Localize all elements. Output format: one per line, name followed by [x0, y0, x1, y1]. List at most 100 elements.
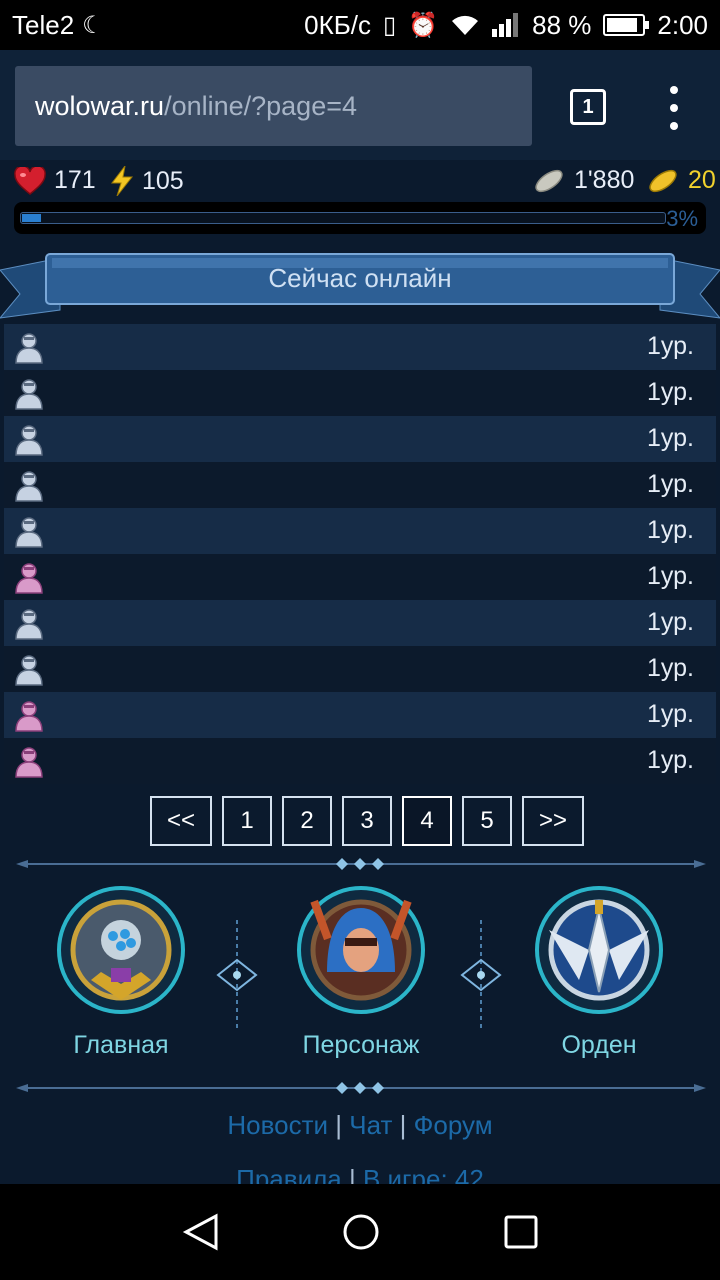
experience-bar: 3% [14, 202, 706, 234]
rules-link[interactable]: Правила [236, 1164, 342, 1184]
player-row[interactable]: 1ур. [4, 738, 716, 784]
footer-separator: | [348, 1164, 356, 1184]
network-speed: 0КБ/с [304, 9, 372, 40]
tabs-button[interactable]: 1 [570, 89, 606, 125]
footer-separator: | [399, 1110, 407, 1140]
nav-order[interactable]: Орден [524, 880, 674, 1060]
nav-separator-ornament [216, 920, 258, 1030]
home-medal-icon [57, 886, 185, 1014]
player-row[interactable]: 1ур. [4, 324, 716, 370]
female-avatar-icon [15, 563, 43, 594]
online-players-list: 1ур. 1ур. 1ур. 1ур. 1ур. 1ур. 1ур. 1ур. 1ур. 1ур. [4, 324, 716, 784]
player-row[interactable]: 1ур. [4, 370, 716, 416]
health-stat[interactable]: 171 [14, 166, 96, 195]
player-level: 1ур. [647, 608, 694, 636]
female-avatar-icon [15, 747, 43, 778]
experience-percent: 3% [666, 206, 698, 231]
footer-links-2: Правила | В игре: 42 [0, 1164, 720, 1184]
moon-icon: ☾ [82, 11, 104, 39]
main-navigation: Главная Персонаж Орден [0, 880, 720, 1060]
footer-separator: | [335, 1110, 343, 1140]
silver-value: 1'880 [574, 166, 635, 194]
footer-links: Новости | Чат | Форум [0, 1110, 720, 1141]
menu-dot [670, 122, 678, 130]
player-level: 1ур. [647, 700, 694, 728]
url-path: /online/?page=4 [164, 90, 357, 121]
page-4-button-current[interactable]: 4 [402, 796, 452, 846]
energy-stat[interactable]: 105 [110, 166, 184, 196]
male-avatar-icon [15, 333, 43, 364]
battery-percent: 88 % [532, 9, 592, 40]
page-last-button[interactable]: >> [522, 796, 584, 846]
gold-value: 20 [688, 166, 716, 194]
gold-coin-icon [649, 169, 677, 192]
heart-icon [14, 166, 46, 195]
news-link[interactable]: Новости [227, 1110, 328, 1140]
male-avatar-icon [15, 425, 43, 456]
wifi-icon [452, 15, 479, 35]
ornament-divider [16, 1082, 706, 1094]
page-1-button[interactable]: 1 [222, 796, 272, 846]
forum-link[interactable]: Форум [414, 1110, 493, 1140]
game-page: 171 105 1'880 20 3% Сейчас онлайн 1ур. 1… [0, 160, 720, 1184]
nav-character[interactable]: Персонаж [286, 880, 436, 1060]
experience-fill [22, 214, 42, 222]
experience-track [20, 212, 666, 224]
gold-stat[interactable]: 20 [646, 166, 716, 195]
clock: 2:00 [657, 9, 708, 40]
player-level: 1ур. [647, 746, 694, 774]
system-navigation-bar [0, 1184, 720, 1280]
player-row[interactable]: 1ур. [4, 646, 716, 692]
ornament-divider [16, 858, 706, 870]
nav-character-label: Персонаж [302, 1031, 420, 1059]
player-row[interactable]: 1ур. [4, 416, 716, 462]
online-count-link[interactable]: В игре: 42 [363, 1164, 484, 1184]
order-medal-icon [535, 886, 663, 1014]
back-icon[interactable] [182, 1212, 222, 1252]
male-avatar-icon [15, 655, 43, 686]
player-row[interactable]: 1ур. [4, 600, 716, 646]
menu-dot [670, 86, 678, 94]
menu-dot [670, 104, 678, 112]
status-bar: Tele2 ☾ 0КБ/с ▯ ⏰ 88 % 2:00 [0, 0, 720, 50]
player-row[interactable]: 1ур. [4, 462, 716, 508]
player-level: 1ур. [647, 332, 694, 360]
page-2-button[interactable]: 2 [282, 796, 332, 846]
address-bar[interactable]: wolowar.ru/online/?page=4 [15, 66, 532, 146]
url-domain: wolowar.ru [35, 90, 165, 121]
energy-value: 105 [142, 166, 184, 195]
alarm-icon: ⏰ [408, 11, 439, 39]
player-level: 1ур. [647, 654, 694, 682]
battery-fill [607, 18, 637, 32]
player-level: 1ур. [647, 562, 694, 590]
lightning-icon [110, 166, 134, 196]
carrier-label: Tele2 [12, 9, 75, 40]
health-value: 171 [54, 166, 96, 194]
recent-apps-icon[interactable] [501, 1212, 541, 1252]
nav-home-label: Главная [73, 1031, 169, 1059]
male-avatar-icon [15, 379, 43, 410]
player-level: 1ур. [647, 470, 694, 498]
player-level: 1ур. [647, 378, 694, 406]
page-5-button[interactable]: 5 [462, 796, 512, 846]
pagination: << 1 2 3 4 5 >> [150, 796, 584, 846]
nav-home[interactable]: Главная [46, 880, 196, 1060]
page-3-button[interactable]: 3 [342, 796, 392, 846]
chat-link[interactable]: Чат [349, 1110, 392, 1140]
silver-coin-icon [535, 169, 563, 192]
player-row[interactable]: 1ур. [4, 692, 716, 738]
nav-separator-ornament [460, 920, 502, 1030]
female-avatar-icon [15, 701, 43, 732]
player-row[interactable]: 1ур. [4, 554, 716, 600]
player-level: 1ур. [647, 424, 694, 452]
page-first-button[interactable]: << [150, 796, 212, 846]
male-avatar-icon [15, 517, 43, 548]
vibrate-icon: ▯ [383, 11, 397, 39]
signal-icon [492, 13, 519, 37]
male-avatar-icon [15, 471, 43, 502]
browser-menu-button[interactable] [664, 86, 684, 130]
silver-stat[interactable]: 1'880 [532, 166, 634, 195]
player-row[interactable]: 1ур. [4, 508, 716, 554]
home-icon[interactable] [341, 1212, 381, 1252]
section-title: Сейчас онлайн [268, 263, 452, 293]
